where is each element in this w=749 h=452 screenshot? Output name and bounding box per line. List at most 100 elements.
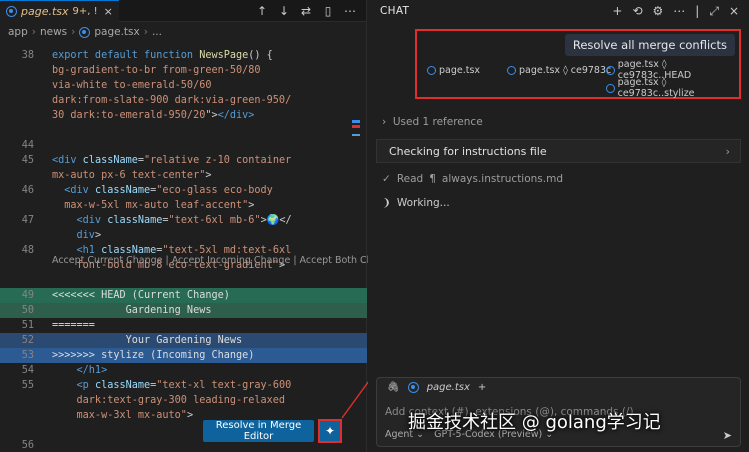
breadcrumb-item-news[interactable]: news — [40, 26, 67, 38]
code-line[interactable]: dark:text-gray-300 leading-relaxed — [0, 393, 367, 408]
context-chip[interactable]: page.tsx ◊ ce9783c..HEAD — [606, 59, 739, 81]
read-file-link[interactable]: always.instructions.md — [442, 173, 563, 185]
problems-badge: 9+, ! — [72, 5, 98, 17]
code-line[interactable]: div> — [0, 228, 367, 243]
chevron-right-icon: › — [71, 26, 76, 38]
used-references-label: Used 1 reference — [392, 116, 483, 128]
code-line[interactable]: 49 <<<<<<< HEAD (Current Change) — [0, 288, 367, 303]
close-icon[interactable]: × — [729, 4, 739, 19]
line-number: 44 — [21, 140, 34, 151]
code-line[interactable]: 44 — [0, 138, 367, 153]
chat-pane: CHAT + ⟲ ⚙ ⋯ | ⤢ × Resolve all merge con… — [368, 0, 749, 452]
context-chip[interactable]: page.tsx ◊ ce9783c..stylize — [606, 77, 739, 99]
line-text: export default function NewsPage() { — [52, 50, 273, 61]
line-number: 51 — [21, 320, 34, 331]
line-number: 47 — [21, 215, 34, 226]
react-file-icon — [606, 83, 615, 93]
code-line[interactable]: max-w-5xl mx-auto leaf-accent"> — [0, 198, 367, 213]
line-text: dark:text-gray-300 leading-relaxed — [52, 395, 286, 406]
line-text: 30 dark:to-emerald-950/20"></div> — [52, 110, 255, 121]
chat-header: CHAT + ⟲ ⚙ ⋯ | ⤢ × — [368, 0, 749, 22]
line-number: 52 — [21, 335, 34, 346]
editor-actions: ↑ ↓ ⇄ ▯ ⋯ — [256, 4, 366, 18]
code-line[interactable]: mx-auto px-6 text-center"> — [0, 168, 367, 183]
compare-changes-icon[interactable]: ⇄ — [300, 4, 312, 18]
divider: | — [695, 3, 700, 18]
merge-codelens[interactable]: Accept Current Change | Accept Incoming … — [52, 255, 401, 266]
code-line[interactable]: 54 </h1> — [0, 363, 367, 378]
code-line[interactable]: 53 >>>>>>> stylize (Incoming Change) — [0, 348, 367, 363]
next-conflict-icon[interactable]: ↓ — [278, 4, 290, 18]
gear-icon[interactable]: ⚙ — [653, 4, 664, 19]
line-number: 49 — [21, 290, 34, 301]
code-line[interactable]: 38 export default function NewsPage() { — [0, 48, 367, 63]
code-line[interactable] — [0, 123, 367, 138]
working-status: ❩ Working... — [382, 197, 450, 209]
line-text: div> — [52, 230, 102, 241]
previous-conflict-icon[interactable]: ↑ — [256, 4, 268, 18]
attached-file-chip[interactable]: page.tsx — [427, 382, 470, 393]
line-text: >>>>>>> stylize (Incoming Change) — [52, 350, 255, 361]
react-file-icon — [427, 65, 436, 75]
chat-actions: + ⟲ ⚙ ⋯ | ⤢ × — [612, 4, 749, 19]
split-editor-icon[interactable]: ▯ — [322, 4, 334, 18]
close-icon[interactable]: × — [104, 5, 113, 18]
code-line[interactable]: 50 Gardening News — [0, 303, 367, 318]
add-context-icon[interactable]: + — [478, 382, 486, 393]
line-number: 54 — [21, 365, 34, 376]
new-chat-icon[interactable]: + — [612, 4, 622, 19]
line-number: 45 — [21, 155, 34, 166]
line-number: 38 — [21, 50, 34, 61]
line-text: </h1> — [52, 365, 108, 376]
line-text: max-w-5xl mx-auto leaf-accent"> — [52, 200, 255, 211]
code-line[interactable]: 47 <div className="text-6xl mb-6">🌍</ — [0, 213, 367, 228]
breadcrumb-item-file[interactable]: page.tsx — [94, 26, 139, 38]
code-line[interactable]: dark:from-slate-900 dark:via-green-950/ — [0, 93, 367, 108]
maximize-icon[interactable]: ⤢ — [709, 4, 719, 19]
instructions-check-panel[interactable]: Checking for instructions file › — [376, 139, 741, 163]
chat-title: CHAT — [380, 5, 410, 17]
line-text: <div className="text-6xl mb-6">🌍</ — [52, 215, 292, 226]
line-text: via-white to-emerald-50/60 — [52, 80, 212, 91]
send-icon[interactable]: ➤ — [723, 429, 732, 442]
watermark: 掘金技术社区 @ golang学习记 — [408, 412, 661, 433]
line-number: 56 — [21, 440, 34, 451]
read-step: ✓ Read ¶ always.instructions.md — [382, 173, 563, 185]
working-label: Working... — [396, 197, 450, 209]
scrollbar-conflict-markers — [352, 120, 360, 136]
history-icon[interactable]: ⟲ — [632, 4, 642, 19]
react-file-icon — [606, 65, 615, 75]
breadcrumb-item-app[interactable]: app — [8, 26, 28, 38]
tab-page-tsx[interactable]: page.tsx 9+, ! × — [0, 0, 119, 22]
resolve-with-chat-button[interactable]: ✦ — [318, 419, 342, 443]
line-text: Gardening News — [52, 305, 212, 316]
line-text: bg-gradient-to-br from-green-50/80 — [52, 65, 261, 76]
react-file-icon — [407, 382, 419, 393]
check-icon: ✓ — [382, 173, 391, 185]
chevron-right-icon: › — [725, 144, 730, 158]
line-number: 50 — [21, 305, 34, 316]
code-line[interactable]: via-white to-emerald-50/60 — [0, 78, 367, 93]
read-label: Read — [396, 173, 424, 185]
line-text: <p className="text-xl text-gray-600 — [52, 380, 292, 391]
code-line[interactable]: 52 Your Gardening News — [0, 333, 367, 348]
code-line[interactable]: bg-gradient-to-br from-green-50/80 — [0, 63, 367, 78]
code-line[interactable]: 46 <div className="eco-glass eco-body — [0, 183, 367, 198]
code-line[interactable]: 51 ======= — [0, 318, 367, 333]
code-line[interactable]: 30 dark:to-emerald-950/20"></div> — [0, 108, 367, 123]
breadcrumb-item-symbol[interactable]: ... — [152, 26, 162, 38]
more-actions-icon[interactable]: ⋯ — [344, 4, 356, 18]
line-text: dark:from-slate-900 dark:via-green-950/ — [52, 95, 292, 106]
context-chip[interactable]: page.tsx ◊ ce9783c — [507, 62, 611, 78]
line-text: mx-auto px-6 text-center"> — [52, 170, 212, 181]
code-line[interactable]: 55 <p className="text-xl text-gray-600 — [0, 378, 367, 393]
chevron-right-icon: › — [31, 26, 36, 38]
code-line[interactable]: 45 <div className="relative z-10 containe… — [0, 153, 367, 168]
line-number: 55 — [21, 380, 34, 391]
more-actions-icon[interactable]: ⋯ — [673, 4, 685, 19]
resolve-in-merge-editor-button[interactable]: Resolve in Merge Editor — [203, 420, 314, 442]
line-text: <<<<<<< HEAD (Current Change) — [52, 290, 230, 301]
paperclip-icon[interactable]: 🖇 — [387, 382, 400, 393]
used-references-toggle[interactable]: › Used 1 reference — [382, 116, 483, 128]
context-chip[interactable]: page.tsx — [427, 62, 480, 78]
